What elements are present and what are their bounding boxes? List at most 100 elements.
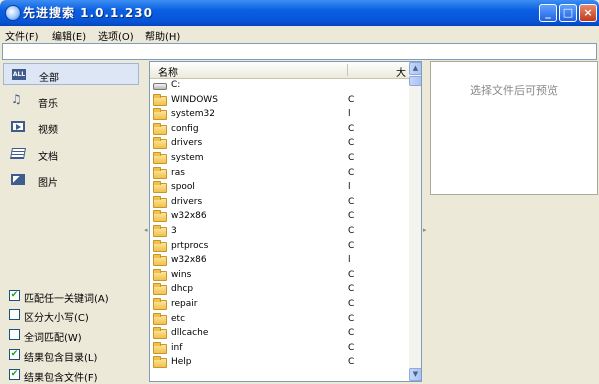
column-name-header[interactable]: 名称 (158, 64, 178, 79)
search-bar (2, 43, 597, 60)
file-row[interactable]: w32x86 C (150, 210, 409, 225)
checkbox[interactable] (9, 309, 20, 320)
checkbox[interactable]: ✔ (9, 349, 20, 360)
category-document[interactable]: 文档 (3, 143, 139, 165)
file-size: C (348, 357, 355, 368)
file-row[interactable]: dllcache C (150, 327, 409, 342)
minimize-button[interactable]: _ (539, 4, 557, 22)
file-row[interactable]: system C (150, 151, 409, 167)
option-case-sensitive[interactable]: 区分大小写(C) (7, 307, 142, 324)
file-row[interactable]: spool l (150, 181, 409, 196)
file-size: C (348, 298, 355, 309)
category-music[interactable]: ♫ 音乐 (3, 90, 139, 112)
column-size-header[interactable]: 大 (396, 64, 406, 79)
folder-icon (153, 297, 167, 310)
file-name: dllcache (171, 328, 209, 339)
file-size: l (348, 255, 351, 266)
folder-icon (153, 108, 167, 121)
file-row[interactable]: WINDOWS C (150, 93, 409, 109)
collapse-arrow-icon[interactable]: ▸ (423, 226, 427, 234)
checkbox[interactable] (9, 329, 20, 340)
category-panel: ALL 全部 ♫ 音乐 视频 文档 图片 ✔ 匹配任一关键词(A) 区分大小写(… (0, 61, 144, 384)
maximize-button[interactable]: □ (559, 4, 577, 22)
file-row[interactable]: wins C (150, 268, 409, 284)
checkbox[interactable]: ✔ (9, 369, 20, 380)
file-row[interactable]: ras C (150, 166, 409, 182)
file-row[interactable]: system32 l (150, 108, 409, 123)
folder-icon (153, 268, 167, 281)
image-icon (11, 174, 25, 185)
file-name: ras (171, 167, 185, 178)
option-label: 匹配任一关键词(A) (24, 294, 109, 305)
search-input[interactable] (3, 44, 596, 59)
preview-panel: 选择文件后可预览 (430, 61, 598, 195)
option-whole-word[interactable]: 全词匹配(W) (7, 327, 142, 344)
scroll-thumb[interactable] (409, 76, 421, 86)
file-row[interactable]: w32x86 l (150, 254, 409, 269)
right-splitter[interactable]: ▸ (423, 61, 428, 382)
file-name: config (171, 123, 199, 134)
folder-icon (153, 166, 167, 179)
menu-edit[interactable]: 编辑(E) (52, 28, 86, 43)
checkbox[interactable]: ✔ (9, 290, 20, 301)
close-button[interactable]: × (579, 4, 597, 22)
folder-icon (153, 151, 167, 164)
column-divider[interactable] (347, 64, 348, 76)
category-label: 全部 (39, 73, 59, 84)
file-row[interactable]: etc C (150, 312, 409, 328)
category-image[interactable]: 图片 (3, 169, 139, 191)
file-name: system (171, 152, 204, 163)
category-label: 音乐 (38, 99, 58, 110)
category-all[interactable]: ALL 全部 (3, 63, 139, 85)
file-name: drivers (171, 138, 203, 149)
music-icon: ♫ (11, 92, 22, 106)
file-name: dhcp (171, 284, 194, 295)
category-label: 视频 (38, 125, 58, 136)
category-label: 图片 (38, 178, 58, 189)
file-size: C (348, 240, 355, 251)
folder-icon (153, 195, 167, 208)
file-name: spool (171, 182, 195, 193)
folder-icon (153, 254, 167, 267)
file-row[interactable]: inf C (150, 341, 409, 357)
title-bar[interactable]: 先进搜索 1.0.1.230 _ □ × (0, 0, 599, 26)
folder-icon (153, 122, 167, 135)
option-match-any-keyword[interactable]: ✔ 匹配任一关键词(A) (7, 288, 142, 305)
file-row[interactable]: drivers C (150, 137, 409, 152)
file-size: C (348, 167, 355, 178)
menu-options[interactable]: 选项(O) (98, 28, 134, 43)
file-name: prtprocs (171, 240, 209, 251)
menu-file[interactable]: 文件(F) (5, 28, 39, 43)
option-label: 区分大小写(C) (24, 313, 89, 324)
file-row[interactable]: dhcp C (150, 283, 409, 298)
file-row[interactable]: C: (150, 79, 409, 94)
file-size: C (348, 342, 355, 353)
file-row[interactable]: Help C (150, 356, 409, 371)
menu-help[interactable]: 帮助(H) (145, 28, 180, 43)
option-include-files[interactable]: ✔ 结果包含文件(F) (7, 367, 142, 384)
file-size: C (348, 211, 355, 222)
file-row[interactable]: prtprocs C (150, 239, 409, 255)
file-row[interactable]: repair C (150, 297, 409, 313)
scroll-up-button[interactable]: ▲ (409, 62, 421, 75)
folder-icon (153, 93, 167, 106)
option-label: 全词匹配(W) (24, 333, 82, 344)
category-video[interactable]: 视频 (3, 116, 139, 138)
file-size: C (348, 94, 355, 105)
window-title: 先进搜索 1.0.1.230 (23, 6, 153, 20)
file-row[interactable]: config C (150, 122, 409, 138)
app-search-icon (5, 5, 21, 21)
file-row[interactable]: drivers C (150, 195, 409, 211)
option-include-folders[interactable]: ✔ 结果包含目录(L) (7, 347, 142, 364)
file-size: C (348, 269, 355, 280)
folder-icon (153, 312, 167, 325)
scroll-down-button[interactable]: ▼ (409, 368, 421, 381)
folder-icon (153, 137, 167, 150)
file-row[interactable]: 3C (150, 224, 409, 240)
vertical-scrollbar[interactable]: ▲ ▼ (409, 62, 421, 381)
file-name: 3 (171, 225, 177, 236)
folder-icon (153, 341, 167, 354)
category-label: 文档 (38, 152, 58, 163)
all-icon: ALL (12, 69, 26, 80)
collapse-arrow-icon[interactable]: ◂ (144, 226, 148, 234)
